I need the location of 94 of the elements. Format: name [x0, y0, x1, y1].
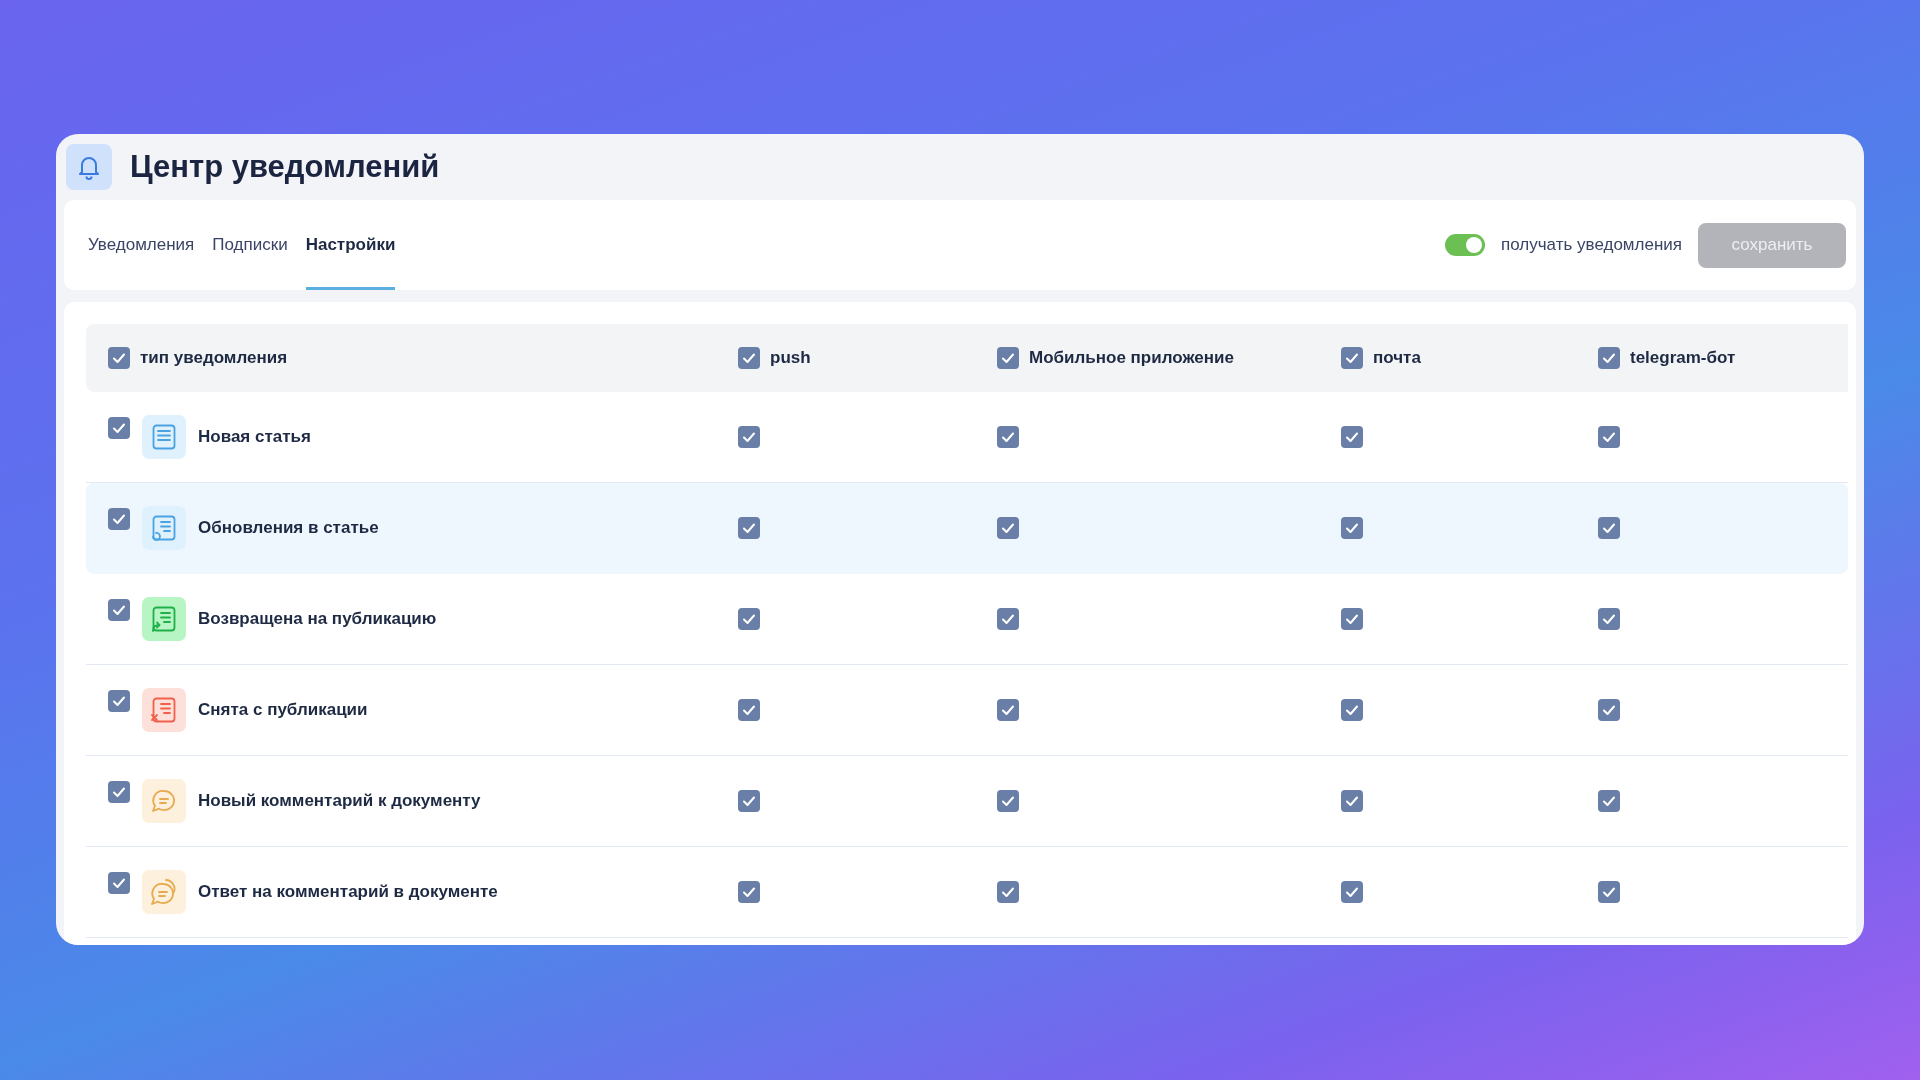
checkbox[interactable] — [997, 347, 1019, 369]
column-label: тип уведомления — [140, 348, 288, 368]
notification-type-icon — [142, 506, 186, 550]
checkbox[interactable] — [738, 517, 760, 539]
checkbox[interactable] — [997, 426, 1019, 448]
checkmark-icon — [1345, 522, 1359, 534]
checkmark-icon — [742, 886, 756, 898]
notification-type-label: Возвращена на публикацию — [198, 609, 437, 629]
checkbox[interactable] — [997, 517, 1019, 539]
checkmark-icon — [1345, 613, 1359, 625]
checkmark-icon — [1602, 352, 1616, 364]
checkbox[interactable] — [1598, 881, 1620, 903]
checkbox[interactable] — [1598, 517, 1620, 539]
checkmark-icon — [742, 613, 756, 625]
checkbox[interactable] — [1341, 790, 1363, 812]
checkmark-icon — [1345, 431, 1359, 443]
column-label: telegram-бот — [1630, 348, 1736, 368]
checkmark-icon — [742, 431, 756, 443]
column-label: почта — [1373, 348, 1421, 368]
notification-type-icon — [142, 870, 186, 914]
checkbox[interactable] — [738, 608, 760, 630]
checkmark-icon — [112, 513, 126, 525]
checkmark-icon — [1001, 613, 1015, 625]
checkbox[interactable] — [108, 508, 130, 530]
tab[interactable]: Подписки — [212, 200, 288, 290]
notification-type-label: Снята с публикации — [198, 700, 368, 720]
checkbox[interactable] — [738, 347, 760, 369]
checkmark-icon — [112, 604, 126, 616]
checkmark-icon — [1345, 886, 1359, 898]
checkbox[interactable] — [997, 608, 1019, 630]
checkbox[interactable] — [997, 790, 1019, 812]
checkmark-icon — [1001, 795, 1015, 807]
checkbox[interactable] — [1341, 699, 1363, 721]
checkmark-icon — [1602, 795, 1616, 807]
checkbox[interactable] — [1598, 426, 1620, 448]
tab[interactable]: Уведомления — [88, 200, 195, 290]
notification-type-label: Новый комментарий к документу — [198, 791, 481, 811]
notification-type-label: Ответ на комментарий в документе — [198, 882, 498, 902]
notification-type-label: Обновления в статье — [198, 518, 379, 538]
checkmark-icon — [1001, 352, 1015, 364]
checkbox[interactable] — [1341, 517, 1363, 539]
checkbox[interactable] — [997, 699, 1019, 721]
checkmark-icon — [742, 795, 756, 807]
notification-type-label: Новая статья — [198, 427, 311, 447]
checkmark-icon — [1602, 704, 1616, 716]
checkbox[interactable] — [738, 426, 760, 448]
checkbox[interactable] — [1598, 699, 1620, 721]
checkbox[interactable] — [108, 872, 130, 894]
notification-type-icon — [142, 779, 186, 823]
notification-type-icon — [142, 415, 186, 459]
checkmark-icon — [1345, 795, 1359, 807]
checkmark-icon — [1602, 886, 1616, 898]
checkmark-icon — [112, 352, 126, 364]
notification-type-icon — [142, 597, 186, 641]
checkbox[interactable] — [108, 417, 130, 439]
column-label: Мобильное приложение — [1029, 348, 1234, 368]
checkmark-icon — [112, 877, 126, 889]
tab[interactable]: Настройки — [305, 200, 396, 290]
checkmark-icon — [742, 704, 756, 716]
checkmark-icon — [1602, 522, 1616, 534]
checkmark-icon — [112, 695, 126, 707]
checkbox[interactable] — [738, 790, 760, 812]
checkmark-icon — [1001, 704, 1015, 716]
checkmark-icon — [1001, 431, 1015, 443]
checkbox[interactable] — [1598, 347, 1620, 369]
checkbox[interactable] — [1341, 347, 1363, 369]
checkbox[interactable] — [108, 690, 130, 712]
checkbox[interactable] — [738, 881, 760, 903]
checkmark-icon — [1602, 613, 1616, 625]
checkbox[interactable] — [1341, 608, 1363, 630]
page-title: Центр уведомлений — [130, 149, 440, 185]
checkmark-icon — [1602, 431, 1616, 443]
notification-type-icon — [142, 688, 186, 732]
checkbox[interactable] — [108, 347, 130, 369]
checkbox[interactable] — [1341, 881, 1363, 903]
checkbox[interactable] — [1341, 426, 1363, 448]
checkmark-icon — [1345, 704, 1359, 716]
checkmark-icon — [742, 522, 756, 534]
column-label: push — [770, 348, 811, 368]
checkmark-icon — [742, 352, 756, 364]
checkmark-icon — [1001, 886, 1015, 898]
checkbox[interactable] — [738, 699, 760, 721]
toggle-label: получать уведомления — [1501, 235, 1682, 255]
checkbox[interactable] — [108, 781, 130, 803]
checkmark-icon — [1345, 352, 1359, 364]
checkbox[interactable] — [1598, 608, 1620, 630]
checkbox[interactable] — [108, 599, 130, 621]
checkmark-icon — [1001, 522, 1015, 534]
checkmark-icon — [112, 786, 126, 798]
checkbox[interactable] — [997, 881, 1019, 903]
toggle-switch[interactable] — [1445, 234, 1486, 256]
bell-icon — [66, 144, 112, 190]
checkbox[interactable] — [1598, 790, 1620, 812]
checkmark-icon — [112, 422, 126, 434]
